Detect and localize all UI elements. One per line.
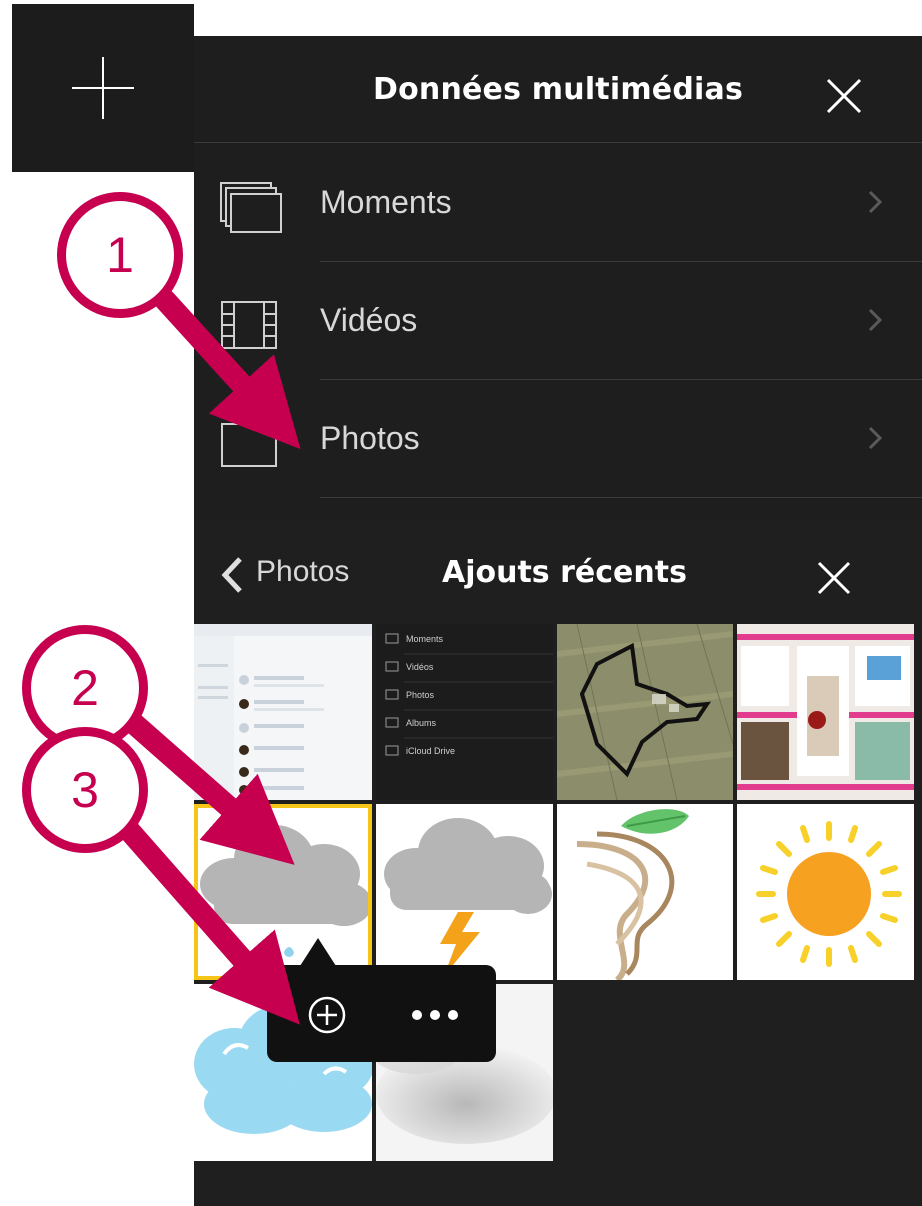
photo-thumbnail-storm-cloud[interactable] [376,804,553,980]
add-circle-icon[interactable] [307,995,347,1035]
annotation-badge-1: 1 [57,192,183,318]
photo-thumbnail-sun[interactable] [737,804,914,980]
collage-image [737,624,914,800]
menu-item-label: Moments [320,184,452,220]
moments-icon [220,182,282,233]
chevron-right-icon [868,426,882,450]
add-button[interactable] [12,4,194,172]
back-button-label[interactable]: Photos [256,555,349,589]
plus-icon [72,57,134,119]
menu-item-label: Vidéos [320,302,418,338]
aerial-map-image [557,624,733,800]
panel-title: Données multimédias [372,72,743,107]
media-panel: Données multimédias Moments Vidéos Photo… [194,36,922,522]
photo-thumbnail-screenshot-menu[interactable]: Moments Vidéos Photos Albums iCloud Driv… [376,624,553,800]
menu-item-label: Photos [320,420,420,456]
photo-thumbnail-rain-cloud[interactable] [194,804,372,980]
panel-title: Ajouts récents [442,555,687,590]
menu-item-videos[interactable]: Vidéos [194,262,922,380]
header-divider [194,142,922,143]
film-icon [221,301,277,349]
close-icon[interactable] [824,76,864,116]
chevron-right-icon [868,308,882,332]
menu-item-photos[interactable]: Photos [194,380,922,498]
close-icon[interactable] [816,560,852,596]
photo-thumbnail-map[interactable] [557,624,733,800]
screenshot-menu-image [385,633,553,756]
menu-item-moments[interactable]: Moments [194,144,922,262]
photo-action-popover [267,965,496,1062]
chevron-left-icon[interactable] [220,556,244,594]
sun-image [756,821,902,967]
photo-thumbnail-wind[interactable] [557,804,733,980]
more-icon[interactable] [407,995,463,1035]
photo-frame-icon [221,423,277,467]
photo-thumbnail-screenshot-list[interactable] [194,624,372,800]
row-divider [320,497,922,498]
chevron-right-icon [868,190,882,214]
wind-leaf-image [576,809,689,980]
annotation-badge-3: 3 [22,727,148,853]
storm-cloud-image [384,818,552,976]
rain-cloud-image [200,825,372,961]
screenshot-list-image [194,624,372,800]
popover-arrow [300,938,336,966]
photo-thumbnail-collage[interactable] [737,624,914,800]
